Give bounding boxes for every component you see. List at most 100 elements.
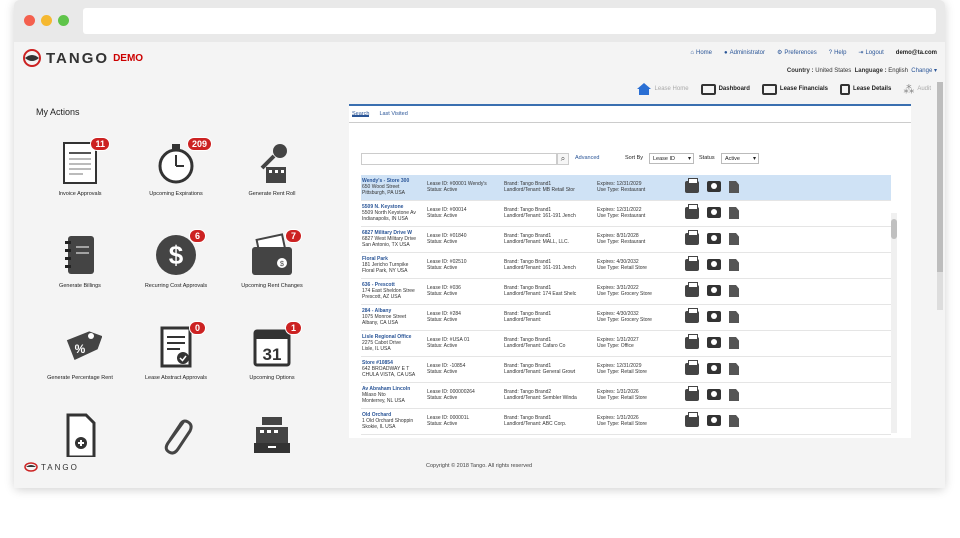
camera-icon[interactable] [707,233,721,244]
results-scroll-thumb[interactable] [891,219,897,239]
close-window-dot[interactable] [24,15,35,26]
action-generate-rent-roll[interactable]: Generate Rent Roll [226,140,318,197]
action-invoice-approvals[interactable]: 11 Invoice Approvals [34,137,126,197]
action-lease-abstract-approvals[interactable]: 0 Lease Abstract Approvals [130,321,222,381]
table-row[interactable]: Old Orchard 1 Old Orchard Shoppin Skokie, … [361,409,891,435]
panel-tabs: Search Last Visited [349,106,911,123]
printer-icon[interactable] [685,334,699,349]
printer-icon[interactable] [685,230,699,245]
printer-icon[interactable] [685,256,699,271]
tab-lease-financials[interactable]: Lease Financials [761,83,828,95]
camera-icon[interactable] [707,337,721,348]
results-scrollbar[interactable] [891,213,897,433]
brand-col: Brand: Tango Brand1 Landlord/Tenant: Gene… [504,363,596,375]
printer-icon[interactable] [685,282,699,297]
action-upcoming-rent-changes[interactable]: $7 Upcoming Rent Changes [226,229,318,289]
page-scroll-thumb[interactable] [937,82,943,272]
lease-id-col: Lease ID: 000000264 Status: Active [427,389,503,401]
camera-icon[interactable] [707,363,721,374]
search-input[interactable] [361,153,557,165]
money-icon [761,83,777,95]
document-icon[interactable] [729,181,739,193]
table-row[interactable]: 6827 Military Drive W 6827 West Military … [361,227,891,253]
row-actions [685,386,739,401]
app-logo[interactable]: TANGO DEMO [22,48,143,68]
camera-icon[interactable] [707,259,721,270]
brand-col: Brand: Tango Brand1 Landlord/Tenant: 161-… [504,207,596,219]
action-generate-percentage-rent[interactable]: % Generate Percentage Rent [34,324,126,381]
table-row[interactable]: 636 - Prescott 174 East Sheldon Stree Pres… [361,279,891,305]
table-row[interactable]: Store #10854 642 BROADWAY E T CHULA VISTA,… [361,357,891,383]
printer-icon[interactable] [685,308,699,323]
action-upcoming-expirations[interactable]: 209 Upcoming Expirations [130,137,222,197]
advanced-search-link[interactable]: Advanced [575,155,599,161]
action-cash-register[interactable] [226,412,318,463]
sort-by-select[interactable]: Lease ID [649,153,694,164]
table-row[interactable]: 284 - Albany 1075 Monroe Street Albany, CA… [361,305,891,331]
action-label: Upcoming Options [249,375,295,381]
document-icon[interactable] [729,285,739,297]
table-row[interactable]: Floral Park 181 Jericho Turnpike Floral Pa… [361,253,891,279]
nav-administrator[interactable]: ● Administrator [724,49,765,56]
tab-lease-home[interactable]: Lease Home [636,82,689,96]
nav-logout[interactable]: ⇥ Logout [858,49,883,57]
page-scrollbar[interactable] [937,82,943,310]
document-icon[interactable] [729,389,739,401]
printer-icon[interactable] [685,412,699,427]
country-language: Country : United States Language : Engli… [786,68,937,74]
table-row[interactable]: 5509 N. Keystone 5509 North Keystone Av In… [361,201,891,227]
action-upcoming-options[interactable]: 31 1 Upcoming Options [226,321,318,381]
document-icon[interactable] [729,259,739,271]
maximize-window-dot[interactable] [58,15,69,26]
tab-last-visited[interactable]: Last Visited [379,111,407,117]
status-select[interactable]: Active [721,153,759,164]
camera-icon[interactable] [707,285,721,296]
document-icon[interactable] [729,415,739,427]
action-add-document[interactable] [34,412,126,463]
table-row[interactable]: Wendy's - Store 300 650 Wood Street Pittsb… [361,175,891,201]
printer-icon[interactable] [685,386,699,401]
tab-dashboard[interactable]: Dashboard [700,83,750,95]
printer-icon[interactable] [685,178,699,193]
address-line2: Floral Park, NY USA [362,268,408,274]
printer-icon[interactable] [685,360,699,375]
document-icon[interactable] [729,311,739,323]
document-icon[interactable] [729,233,739,245]
nav-preferences[interactable]: ⚙ Preferences [777,49,817,57]
lease-status: Status: Active [427,265,458,271]
address-line2: Indianapolis, IN USA [362,216,409,222]
table-row[interactable]: Av Abraham Lincoln Milaso Nto Monterrey, N… [361,383,891,409]
tab-audit[interactable]: ⁂ Audit [903,83,931,96]
expires-col: Expires: 1/31/2027 Use Type: Office [597,337,677,349]
minimize-window-dot[interactable] [41,15,52,26]
camera-icon[interactable] [707,389,721,400]
landlord: Landlord/Tenant: ABC Corp. [504,421,567,427]
search-icon[interactable]: ⌕ [557,153,569,165]
document-icon[interactable] [729,363,739,375]
address-bar[interactable] [83,8,936,34]
document-icon [839,83,850,95]
camera-icon[interactable] [707,207,721,218]
copyright: Copyright © 2018 Tango. All rights reser… [426,463,533,469]
my-actions-heading: My Actions [36,107,80,117]
action-recurring-cost-approvals[interactable]: $6 Recurring Cost Approvals [130,229,222,289]
nav-help[interactable]: ? Help [829,49,847,56]
table-row[interactable]: Lisle Regional Office 2275 Cabot Drive Lis… [361,331,891,357]
row-actions [685,334,739,349]
upcoming-expirations-badge: 209 [186,137,212,151]
camera-icon[interactable] [707,311,721,322]
change-language-link[interactable]: Change ▾ [911,68,937,74]
expires-col: Expires: 12/31/2022 Use Type: Restaurant [597,207,677,219]
action-attachments[interactable] [130,412,222,463]
document-icon[interactable] [729,207,739,219]
nav-home[interactable]: ⌂ Home [690,49,712,56]
tab-search[interactable]: Search [352,111,370,117]
action-generate-billings[interactable]: Generate Billings [34,232,126,289]
use-type: Use Type: Grocery Store [597,317,652,323]
camera-icon[interactable] [707,415,721,426]
tab-lease-details[interactable]: Lease Details [839,83,891,95]
printer-icon[interactable] [685,204,699,219]
document-icon[interactable] [729,337,739,349]
camera-icon[interactable] [707,181,721,192]
landlord: Landlord/Tenant: Sembler Winda [504,395,577,401]
